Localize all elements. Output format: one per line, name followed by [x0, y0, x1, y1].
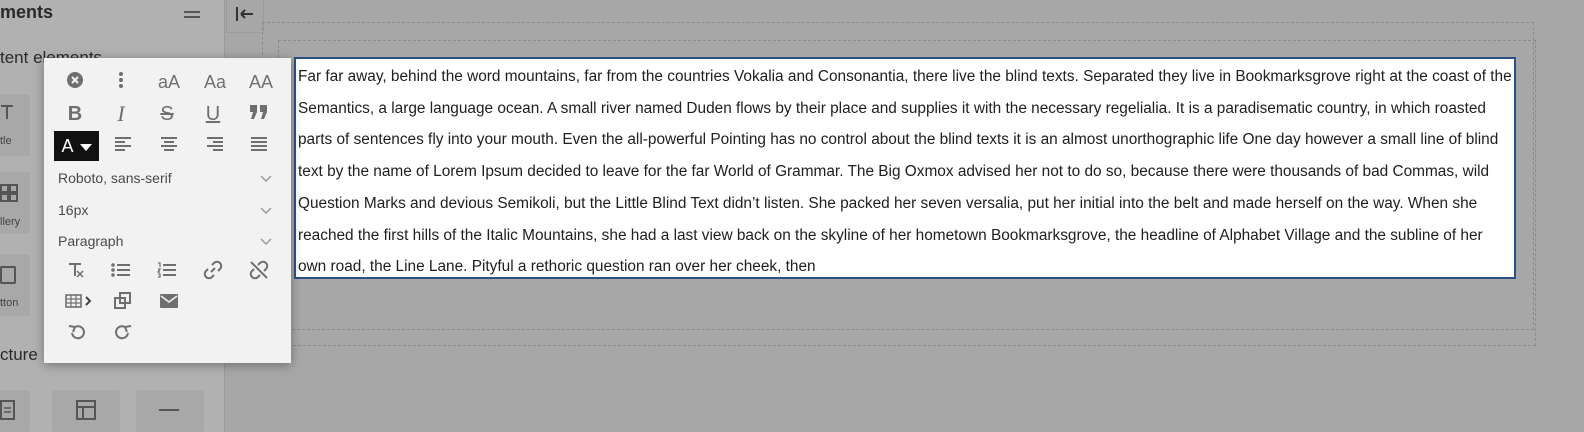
strikethrough-icon: S — [160, 102, 174, 125]
table-icon — [65, 293, 93, 314]
blockquote-button[interactable] — [238, 99, 280, 129]
more-vertical-icon — [118, 71, 124, 94]
collapse-sidebar-button[interactable] — [226, 0, 264, 33]
sidebar-title: ments — [0, 2, 54, 22]
align-center-button[interactable] — [148, 131, 190, 161]
font-family-select[interactable]: Roboto, sans-serif — [58, 164, 272, 192]
gallery-icon — [0, 184, 18, 207]
quote-icon — [249, 104, 269, 125]
copy-icon — [114, 291, 132, 315]
font-size-value: 16px — [58, 202, 89, 218]
title-element-tile[interactable]: tle — [0, 94, 30, 156]
text-element[interactable]: Far far away, behind the word mountains,… — [294, 57, 1516, 279]
bullet-list-icon — [111, 262, 131, 283]
mail-icon — [160, 293, 178, 313]
uppercase-button[interactable]: AA — [240, 67, 282, 97]
tile-label: llery — [0, 216, 21, 228]
font-family-value: Roboto, sans-serif — [58, 170, 172, 186]
italic-button[interactable]: I — [100, 99, 142, 129]
menu-icon[interactable] — [184, 8, 200, 26]
text-color-button[interactable]: A — [54, 131, 99, 161]
close-circle-icon — [66, 71, 84, 94]
chevron-down-icon — [260, 202, 272, 218]
duplicate-button[interactable] — [102, 288, 144, 318]
align-justify-icon — [250, 136, 268, 157]
strikethrough-button[interactable]: S — [146, 99, 188, 129]
align-right-icon — [206, 136, 224, 157]
lowercase-button[interactable]: aA — [148, 67, 190, 97]
bold-button[interactable]: B — [54, 99, 96, 129]
bold-icon: B — [67, 102, 83, 125]
chevron-down-icon — [260, 233, 272, 249]
redo-button[interactable] — [102, 320, 144, 350]
tile-label: tton — [0, 297, 19, 309]
layout-icon — [76, 400, 96, 425]
undo-icon — [67, 323, 87, 348]
undo-button[interactable] — [56, 320, 98, 350]
numbered-list-button[interactable] — [146, 257, 188, 287]
button-icon — [0, 266, 18, 289]
button-element-tile[interactable]: tton — [0, 254, 30, 316]
block-format-value: Paragraph — [58, 233, 124, 249]
align-left-icon — [114, 136, 132, 157]
caret-down-icon — [79, 136, 92, 157]
structure-header[interactable]: cture — [0, 345, 38, 365]
collapse-left-icon — [236, 6, 254, 27]
text-formatting-toolbar: aA Aa AA B I S U A Roboto, sans-serif 16… — [44, 58, 291, 363]
more-options-button[interactable] — [100, 67, 142, 97]
bullet-list-button[interactable] — [100, 257, 142, 287]
text-body[interactable]: Far far away, behind the word mountains,… — [298, 68, 1512, 275]
align-right-button[interactable] — [194, 131, 236, 161]
block-format-select[interactable]: Paragraph — [58, 227, 272, 255]
redo-icon — [113, 323, 133, 348]
underline-icon: U — [205, 102, 221, 125]
insert-link-button[interactable] — [192, 257, 234, 287]
divider-tile[interactable] — [136, 390, 204, 432]
chevron-down-icon — [260, 170, 272, 186]
font-size-select[interactable]: 16px — [58, 196, 272, 224]
close-toolbar-button[interactable] — [54, 67, 96, 97]
gallery-element-tile[interactable]: llery — [0, 172, 30, 234]
clear-format-button[interactable] — [54, 257, 96, 287]
align-center-icon — [160, 136, 178, 157]
justify-button[interactable] — [238, 131, 280, 161]
unlink-icon — [249, 260, 269, 285]
structure-tile[interactable] — [0, 390, 30, 432]
align-left-button[interactable] — [102, 131, 144, 161]
email-link-button[interactable] — [148, 288, 190, 318]
structure-icon — [0, 400, 16, 425]
clear-format-icon — [66, 262, 84, 283]
text-title-icon — [0, 104, 16, 125]
capitalize-button[interactable]: Aa — [194, 67, 236, 97]
text-color-label: A — [61, 135, 74, 156]
italic-icon: I — [117, 101, 125, 126]
link-icon — [203, 260, 223, 285]
layout-tile[interactable] — [52, 390, 120, 432]
underline-button[interactable]: U — [192, 99, 234, 129]
insert-table-button[interactable] — [58, 288, 100, 318]
remove-link-button[interactable] — [238, 257, 280, 287]
numbered-list-icon — [156, 261, 177, 283]
divider-icon — [158, 400, 180, 425]
tile-label: tle — [0, 135, 12, 147]
